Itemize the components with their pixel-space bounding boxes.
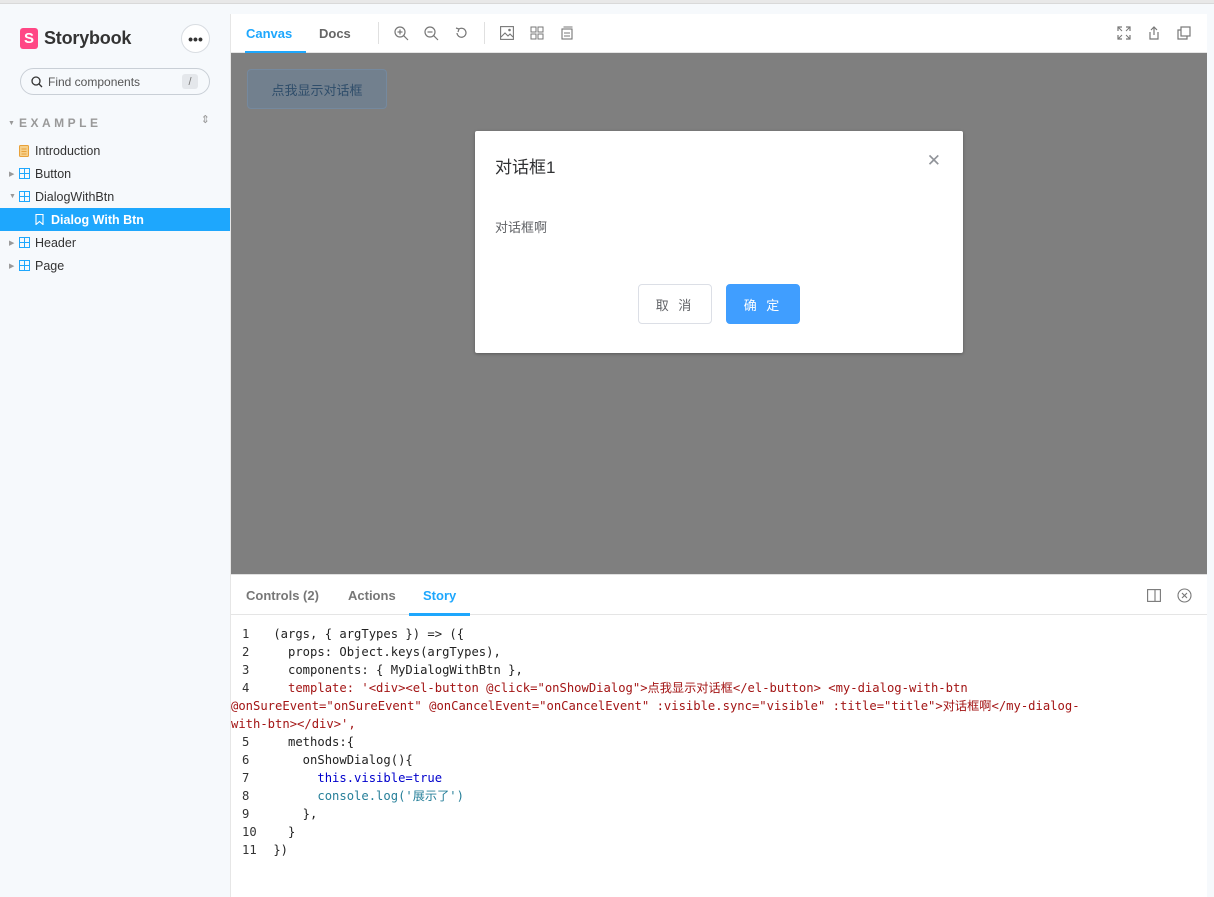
sidebar-item-label: Button [35, 166, 72, 181]
tab-docs[interactable]: Docs [319, 14, 351, 53]
code-line: 1 (args, { argTypes }) => ({ [242, 627, 465, 641]
addon-tabs: Controls (2) Actions Story [231, 575, 1207, 616]
code-line: 3 components: { MyDialogWithBtn }, [242, 663, 523, 677]
preview-canvas: 点我显示对话框 对话框1 ✕ 对话框啊 取 消 确 定 [231, 53, 1207, 574]
sidebar-item-label: Introduction [35, 143, 101, 158]
sidebar-item-label: Page [35, 258, 65, 273]
close-icon[interactable]: ✕ [927, 151, 941, 171]
code-line: 4 template: '<div><el-button @click="onS… [242, 681, 968, 695]
section-label: EXAMPLE [18, 116, 102, 130]
component-icon [19, 168, 30, 182]
expand-collapse-icon[interactable]: ⇕ [201, 113, 210, 126]
app-title: Storybook [44, 28, 132, 48]
viewport-icon[interactable] [559, 25, 575, 41]
caret-right-icon: ▶ [9, 170, 15, 178]
code-line: 9 }, [242, 807, 318, 821]
sidebar-item-page[interactable]: ▶ Page [0, 254, 230, 277]
search-shortcut-hint: / [182, 74, 198, 89]
more-options-button[interactable]: ••• [181, 24, 210, 53]
cancel-button[interactable]: 取 消 [638, 284, 712, 324]
main-panel: Canvas Docs 点我显示对话框 对话框1 ✕ 对话框啊 取 消 确 定 … [230, 14, 1207, 897]
sidebar-item-button[interactable]: ▶ Button [0, 162, 230, 185]
component-icon [19, 260, 30, 274]
addons-panel: Controls (2) Actions Story 1 (args, { ar… [231, 574, 1207, 897]
caret-right-icon: ▶ [9, 239, 15, 247]
search-input[interactable] [48, 74, 176, 89]
caret-right-icon: ▶ [9, 262, 15, 270]
sidebar-item-label: Header [35, 235, 76, 250]
bookmark-icon [35, 213, 44, 228]
story-source-code: 1 (args, { argTypes }) => ({ 2 props: Ob… [231, 625, 1202, 859]
panel-layout-icon[interactable] [1146, 587, 1162, 603]
background-image-icon[interactable] [499, 25, 515, 41]
confirm-button[interactable]: 确 定 [726, 284, 800, 324]
reset-zoom-icon[interactable] [453, 25, 469, 41]
zoom-in-icon[interactable] [393, 25, 409, 41]
code-line: 8 console.log('展示了') [242, 789, 464, 803]
code-line: 11 }) [242, 843, 289, 857]
search-box[interactable]: / [20, 68, 210, 95]
preview-toolbar: Canvas Docs [231, 14, 1207, 54]
toolbar-divider [484, 22, 485, 44]
component-icon [19, 191, 30, 205]
tab-story[interactable]: Story [408, 575, 471, 616]
sidebar: S Storybook ••• / ▼ EXAMPLE ⇕ Introducti… [0, 4, 230, 897]
sidebar-item-label: Dialog With Btn [51, 212, 144, 227]
share-icon[interactable] [1146, 25, 1162, 41]
brand[interactable]: S Storybook [20, 28, 131, 49]
fullscreen-icon[interactable] [1116, 25, 1132, 41]
document-icon [19, 145, 29, 160]
code-line: 10 } [242, 825, 296, 839]
sidebar-item-dialog-with-btn-story[interactable]: Dialog With Btn [0, 208, 230, 231]
sidebar-item-header[interactable]: ▶ Header [0, 231, 230, 254]
code-line-wrapped: with-btn></div>', [231, 717, 356, 731]
show-dialog-button[interactable]: 点我显示对话框 [247, 69, 387, 109]
code-line: 5 methods:{ [242, 735, 355, 749]
section-header-example[interactable]: ▼ EXAMPLE ⇕ [8, 113, 210, 130]
component-icon [19, 237, 30, 251]
component-tree: Introduction ▶ Button ▼ DialogWithBtn Di… [0, 139, 230, 277]
ellipsis-icon: ••• [188, 30, 203, 47]
tab-controls[interactable]: Controls (2) [246, 575, 319, 615]
grid-icon[interactable] [529, 25, 545, 41]
dialog-title: 对话框1 [495, 158, 556, 177]
dialog: 对话框1 ✕ 对话框啊 取 消 确 定 [475, 131, 963, 353]
caret-down-icon: ▼ [9, 193, 16, 200]
storybook-logo-icon: S [20, 28, 38, 49]
dialog-body: 对话框啊 [495, 220, 548, 235]
code-line: 7 this.visible=true [242, 771, 443, 785]
sidebar-item-introduction[interactable]: Introduction [0, 139, 230, 162]
close-panel-icon[interactable] [1176, 587, 1192, 603]
sidebar-item-dialogwithbtn[interactable]: ▼ DialogWithBtn [0, 185, 230, 208]
code-line-wrapped: @onSureEvent="onSureEvent" @onCancelEven… [231, 699, 1080, 713]
zoom-out-icon[interactable] [423, 25, 439, 41]
copy-link-icon[interactable] [1176, 25, 1192, 41]
tab-actions[interactable]: Actions [348, 575, 396, 615]
code-line: 6 onShowDialog(){ [242, 753, 413, 767]
search-icon [31, 75, 43, 87]
tab-canvas[interactable]: Canvas [244, 14, 307, 54]
caret-down-icon: ▼ [8, 119, 15, 127]
toolbar-divider [378, 22, 379, 44]
code-line: 2 props: Object.keys(argTypes), [242, 645, 501, 659]
sidebar-item-label: DialogWithBtn [35, 189, 115, 204]
